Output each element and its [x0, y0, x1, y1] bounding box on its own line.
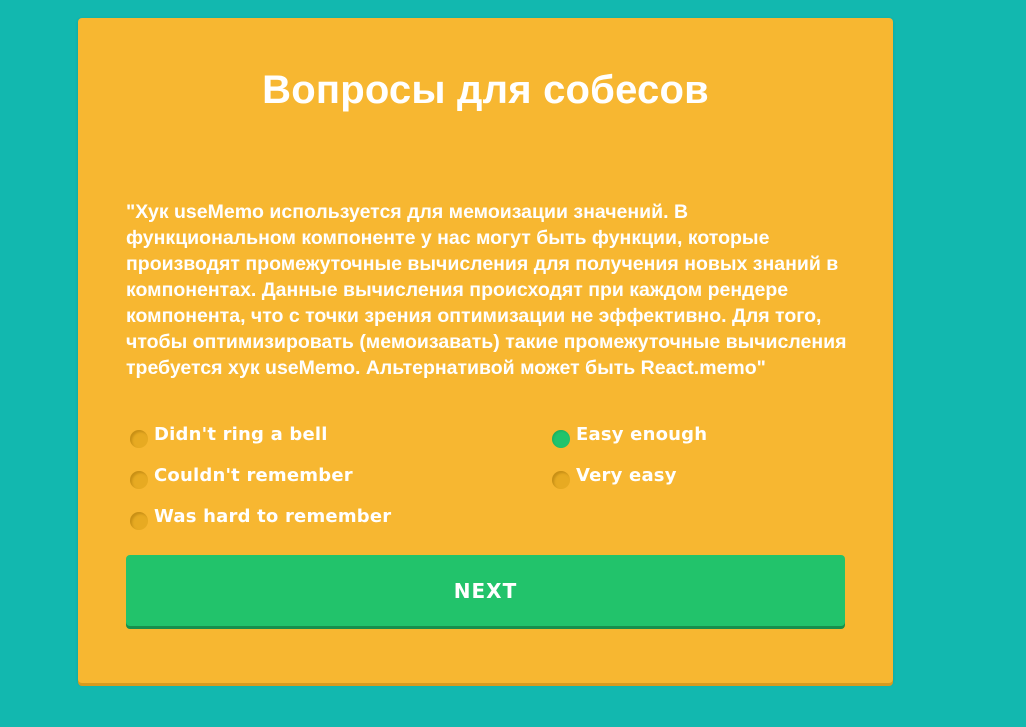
radio-button-selected-icon[interactable]: [552, 430, 570, 448]
radio-button-icon[interactable]: [130, 471, 148, 489]
option-very-easy[interactable]: Very easy: [552, 465, 677, 489]
option-label: Didn't ring a bell: [154, 424, 328, 445]
option-was-hard-to-remember[interactable]: Was hard to remember: [130, 506, 392, 530]
question-card: Вопросы для собесов "Хук useMemo использ…: [78, 18, 893, 683]
option-label: Easy enough: [576, 424, 708, 445]
radio-button-icon[interactable]: [130, 512, 148, 530]
option-couldnt-remember[interactable]: Couldn't remember: [130, 465, 353, 489]
option-didnt-ring-a-bell[interactable]: Didn't ring a bell: [130, 424, 328, 448]
radio-button-icon[interactable]: [552, 471, 570, 489]
option-label: Was hard to remember: [154, 506, 392, 527]
question-text: "Хук useMemo используется для мемоизации…: [126, 201, 847, 379]
option-label: Couldn't remember: [154, 465, 353, 486]
next-button[interactable]: NEXT: [126, 555, 845, 626]
next-button-label: NEXT: [453, 578, 518, 603]
option-label: Very easy: [576, 465, 677, 486]
radio-button-icon[interactable]: [130, 430, 148, 448]
page-title: Вопросы для собесов: [262, 68, 709, 112]
option-easy-enough[interactable]: Easy enough: [552, 424, 708, 448]
